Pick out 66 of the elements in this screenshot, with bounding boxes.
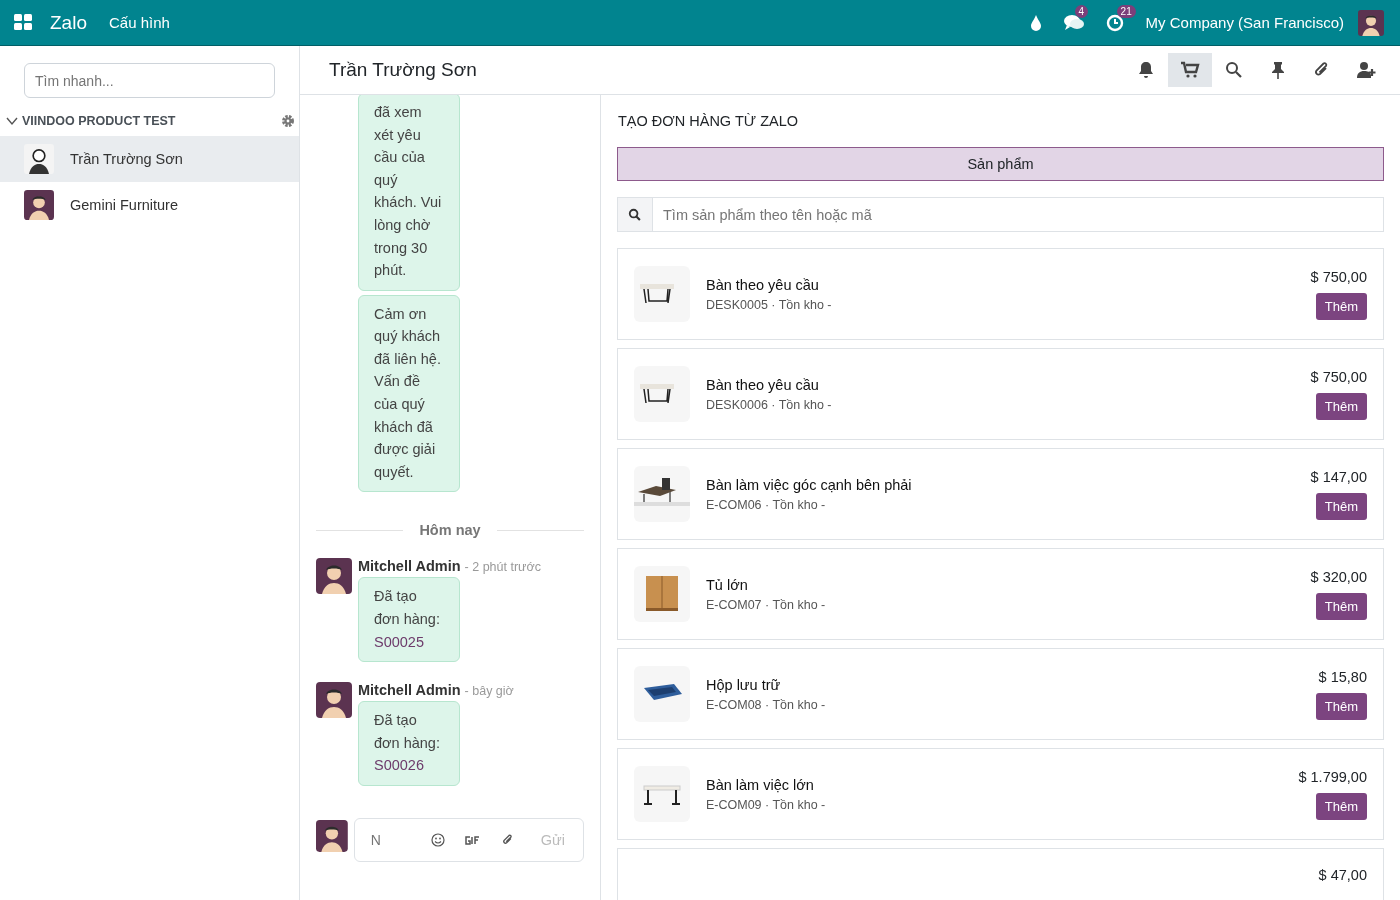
product-price: $ 750,00: [1310, 368, 1367, 385]
settings-icon[interactable]: [281, 114, 295, 128]
app-name[interactable]: Zalo: [50, 11, 87, 34]
paperclip-icon[interactable]: [500, 833, 515, 847]
order-link[interactable]: S00026: [374, 757, 424, 774]
user-avatar: [1358, 9, 1384, 36]
clock-icon[interactable]: [1105, 13, 1124, 32]
contact-item[interactable]: Gemini Furniture: [0, 182, 299, 228]
product-details: E-COM07 · Tồn kho -: [706, 597, 827, 612]
products-tab[interactable]: Sản phẩm: [617, 147, 1384, 181]
product-price: $ 15,80: [1318, 668, 1367, 685]
product-price: $ 47,00: [1318, 867, 1367, 883]
avatar-icon: [24, 190, 54, 220]
message-bubble: Cảm ơn quý khách đã liên hệ. Vấn đề của quý khách đã được giải quyết.: [358, 294, 460, 493]
product-name: Bàn theo yêu cầu: [706, 276, 820, 293]
product-price: $ 750,00: [1310, 268, 1367, 285]
order-link[interactable]: S00025: [374, 633, 424, 650]
add-button[interactable]: Thêm: [1315, 792, 1367, 820]
company-switcher[interactable]: My Company (San Francisco): [1145, 14, 1344, 31]
emoji-icon[interactable]: [430, 833, 445, 847]
product-name: Bàn theo yêu cầu: [706, 376, 820, 393]
product-price: $ 147,00: [1310, 468, 1367, 485]
contact-item[interactable]: Trần Trường Sơn: [0, 136, 299, 182]
avatar-icon: [24, 144, 54, 174]
chevron-down-icon[interactable]: [6, 116, 18, 126]
product-name: Hộp lưu trữ: [706, 676, 782, 693]
add-button[interactable]: Thêm: [1315, 292, 1367, 320]
gif-icon[interactable]: [464, 835, 481, 845]
product-details: E-COM09 · Tồn kho -: [706, 797, 827, 812]
author-name: Mitchell Admin: [358, 682, 461, 699]
message-bubble: đã xem xét yêu cầu của quý khách. Vui lòng chờ trong 30 phút.: [358, 95, 460, 291]
avatar-icon: [316, 558, 352, 595]
product-price: $ 320,00: [1310, 568, 1367, 585]
conversation-title: Trần Trường Sơn: [329, 59, 478, 81]
author-name: Mitchell Admin: [358, 558, 461, 575]
product-name: Bàn làm việc góc cạnh bên phải: [706, 476, 913, 493]
avatar-icon: [316, 818, 348, 854]
product-details: DESK0006 · Tồn kho -: [706, 397, 833, 412]
message-time: - 2 phút trước: [464, 560, 541, 575]
product-name: Tủ lớn: [706, 576, 749, 593]
search-field[interactable]: Tìm nhanh...: [24, 63, 275, 98]
group-label: VIINDOO PRODUCT TEST: [22, 114, 177, 128]
message-bubble: Đã tạo đơn hàng: S00025: [358, 577, 460, 663]
date-separator: Hôm nay: [418, 522, 482, 539]
add-button[interactable]: Thêm: [1315, 492, 1367, 520]
product-details: E-COM06 · Tồn kho -: [706, 497, 827, 512]
chat-icon[interactable]: [1063, 14, 1084, 31]
add-button[interactable]: Thêm: [1315, 592, 1367, 620]
panel-title: TẠO ĐƠN HÀNG TỪ ZALO: [618, 113, 800, 129]
product-details: E-COM08 · Tồn kho -: [706, 697, 827, 712]
avatar-icon: [316, 682, 352, 719]
search-icon: [628, 207, 642, 222]
menu-item[interactable]: Cấu hình: [108, 14, 170, 31]
apps-menu-icon[interactable]: [14, 13, 32, 32]
message-time: - bây giờ: [464, 684, 514, 699]
product-details: DESK0005 · Tồn kho -: [706, 297, 833, 312]
product-price: $ 1.799,00: [1298, 768, 1367, 785]
message-bubble: Đã tạo đơn hàng: S00026: [358, 701, 460, 786]
add-button[interactable]: Thêm: [1315, 692, 1367, 720]
drop-icon[interactable]: [1029, 14, 1042, 31]
notification-badge: 21: [1116, 4, 1136, 18]
product-search-field[interactable]: Tìm sản phẩm theo tên hoặc mã: [652, 197, 1384, 232]
product-name: Bàn làm việc lớn: [706, 776, 815, 793]
notification-badge: 4: [1074, 5, 1089, 18]
cart-icon[interactable]: [1168, 53, 1212, 87]
add-button[interactable]: Thêm: [1315, 392, 1367, 420]
